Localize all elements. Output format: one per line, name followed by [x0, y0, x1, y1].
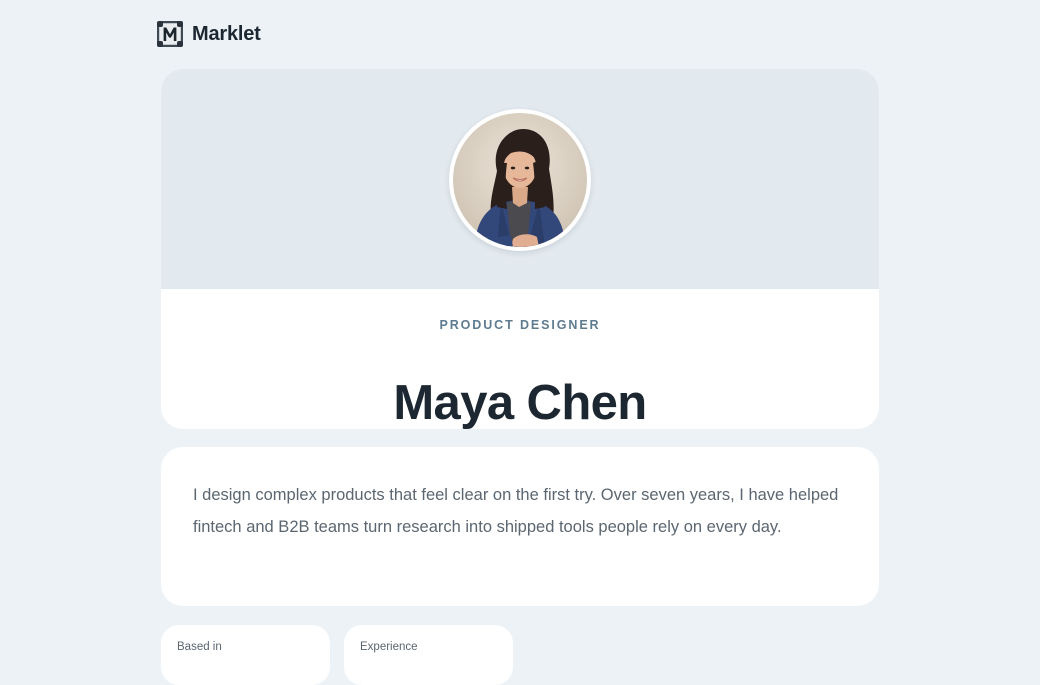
fact-label-experience: Experience — [360, 641, 418, 653]
profile-photo — [453, 113, 587, 247]
brand-name[interactable]: Marklet — [192, 23, 261, 46]
fact-label-location: Based in — [177, 641, 222, 653]
avatar — [449, 109, 591, 251]
profile-name: Maya Chen — [393, 375, 647, 429]
profile-hero-card: PRODUCT DESIGNER Maya Chen — [161, 69, 879, 429]
site-header: Marklet — [156, 19, 261, 49]
fact-card-location: Based in — [161, 625, 330, 685]
bio-card: I design complex products that feel clea… — [161, 447, 879, 606]
bio-text: I design complex products that feel clea… — [193, 486, 839, 536]
profile-role: PRODUCT DESIGNER — [439, 318, 601, 332]
marklet-logo-icon[interactable] — [156, 20, 184, 48]
fact-card-experience: Experience — [344, 625, 513, 685]
